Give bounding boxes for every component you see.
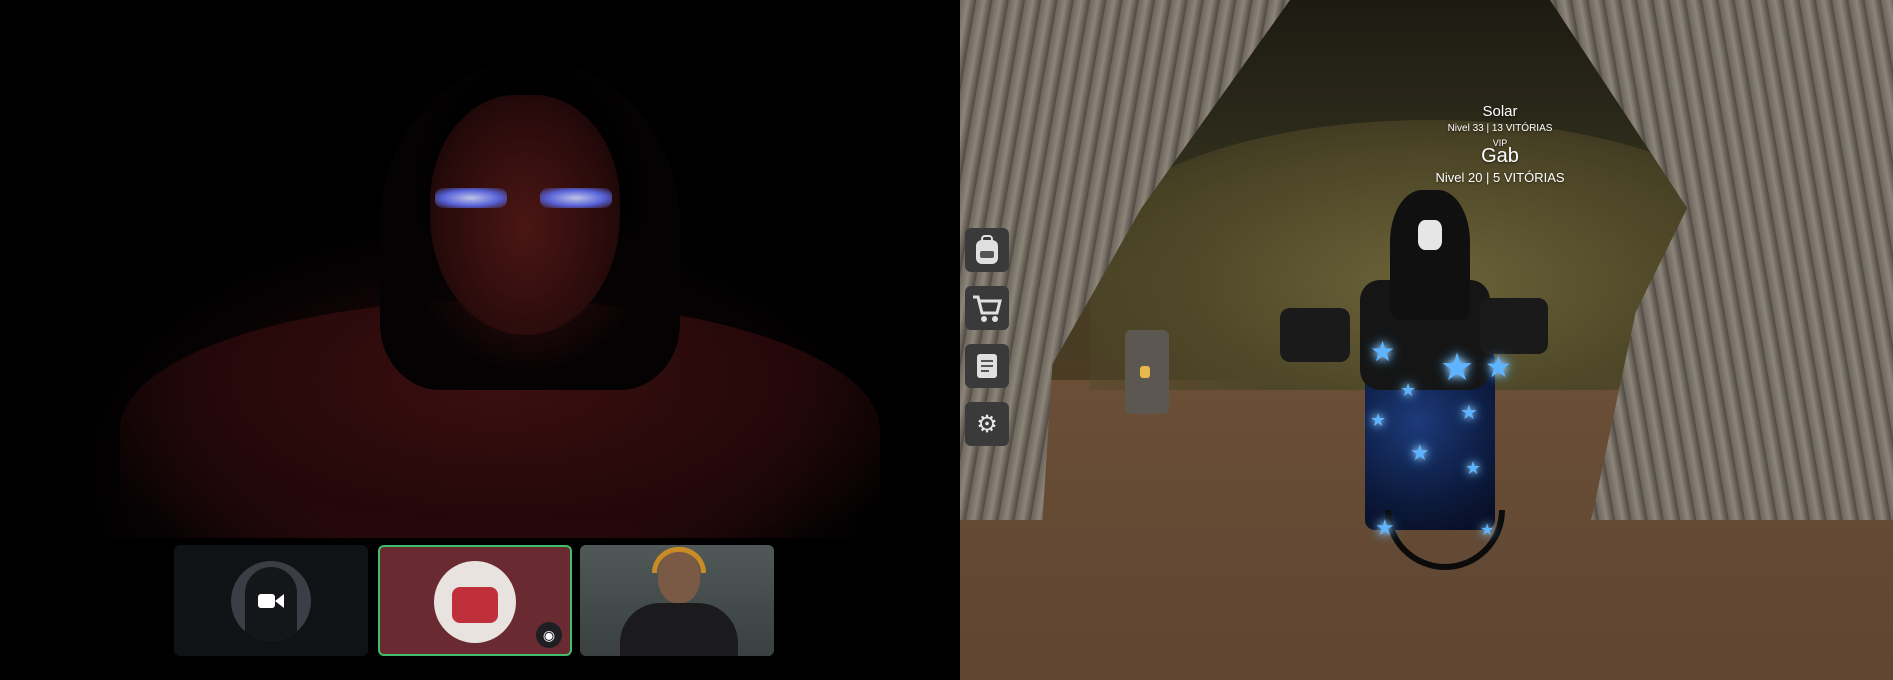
character-face (1418, 220, 1442, 250)
participant-body (620, 603, 738, 656)
shop-button[interactable] (965, 286, 1009, 330)
star-sparkle: ★ (1370, 336, 1396, 367)
player-stats-solar: Nivel 33 | 13 VITÓRIAS (1447, 123, 1553, 134)
game-viewport[interactable]: ★ ★ ★ ★ ★ ★ ★ ★ ★ ★ Solar Nivel 33 | 13 … (960, 0, 1893, 680)
player-name-solar: Solar (1482, 103, 1518, 120)
participant-tile-speaking[interactable]: ◉ (378, 545, 572, 656)
glasses-reflection-right (540, 188, 612, 208)
speaker-badge-icon: ◉ (536, 622, 562, 648)
avatar (434, 561, 516, 643)
star-sparkle: ★ (1460, 402, 1478, 424)
star-sparkle: ★ (1465, 458, 1482, 478)
glasses-reflection-left (435, 188, 507, 208)
gears-icon: ⚙ (976, 410, 998, 438)
backpack-icon (976, 235, 998, 264)
bot-avatar-image (452, 587, 498, 623)
video-camera-icon (258, 594, 284, 608)
star-sparkle: ★ (1400, 380, 1417, 400)
scroll-icon (977, 354, 997, 378)
person-face (430, 95, 620, 335)
avatar (231, 561, 311, 641)
player-name-gab: Gab (1481, 145, 1519, 167)
star-sparkle: ★ (1370, 410, 1387, 430)
star-sparkle: ★ (1480, 522, 1495, 539)
cart-icon (973, 295, 1002, 322)
character-hair (1390, 190, 1470, 320)
participant-tile-camera-off[interactable] (174, 545, 368, 656)
player-stats-gab: Nivel 20 | 5 VITÓRIAS (1435, 170, 1565, 185)
star-sparkle: ★ (1410, 440, 1430, 465)
video-call-panel: ◉ (0, 0, 960, 680)
settings-button[interactable]: ⚙ (965, 402, 1009, 446)
backpack-button[interactable] (965, 228, 1009, 272)
character-arm-right (1480, 298, 1548, 354)
star-sparkle: ★ (1440, 347, 1475, 389)
participant-tile-camera-on[interactable] (580, 545, 774, 656)
star-sparkle: ★ (1375, 515, 1395, 540)
main-video-feed[interactable] (0, 0, 960, 538)
character-arm-left (1280, 308, 1350, 362)
lantern (1125, 330, 1169, 414)
quests-button[interactable] (965, 344, 1009, 388)
star-sparkle: ★ (1485, 351, 1512, 384)
